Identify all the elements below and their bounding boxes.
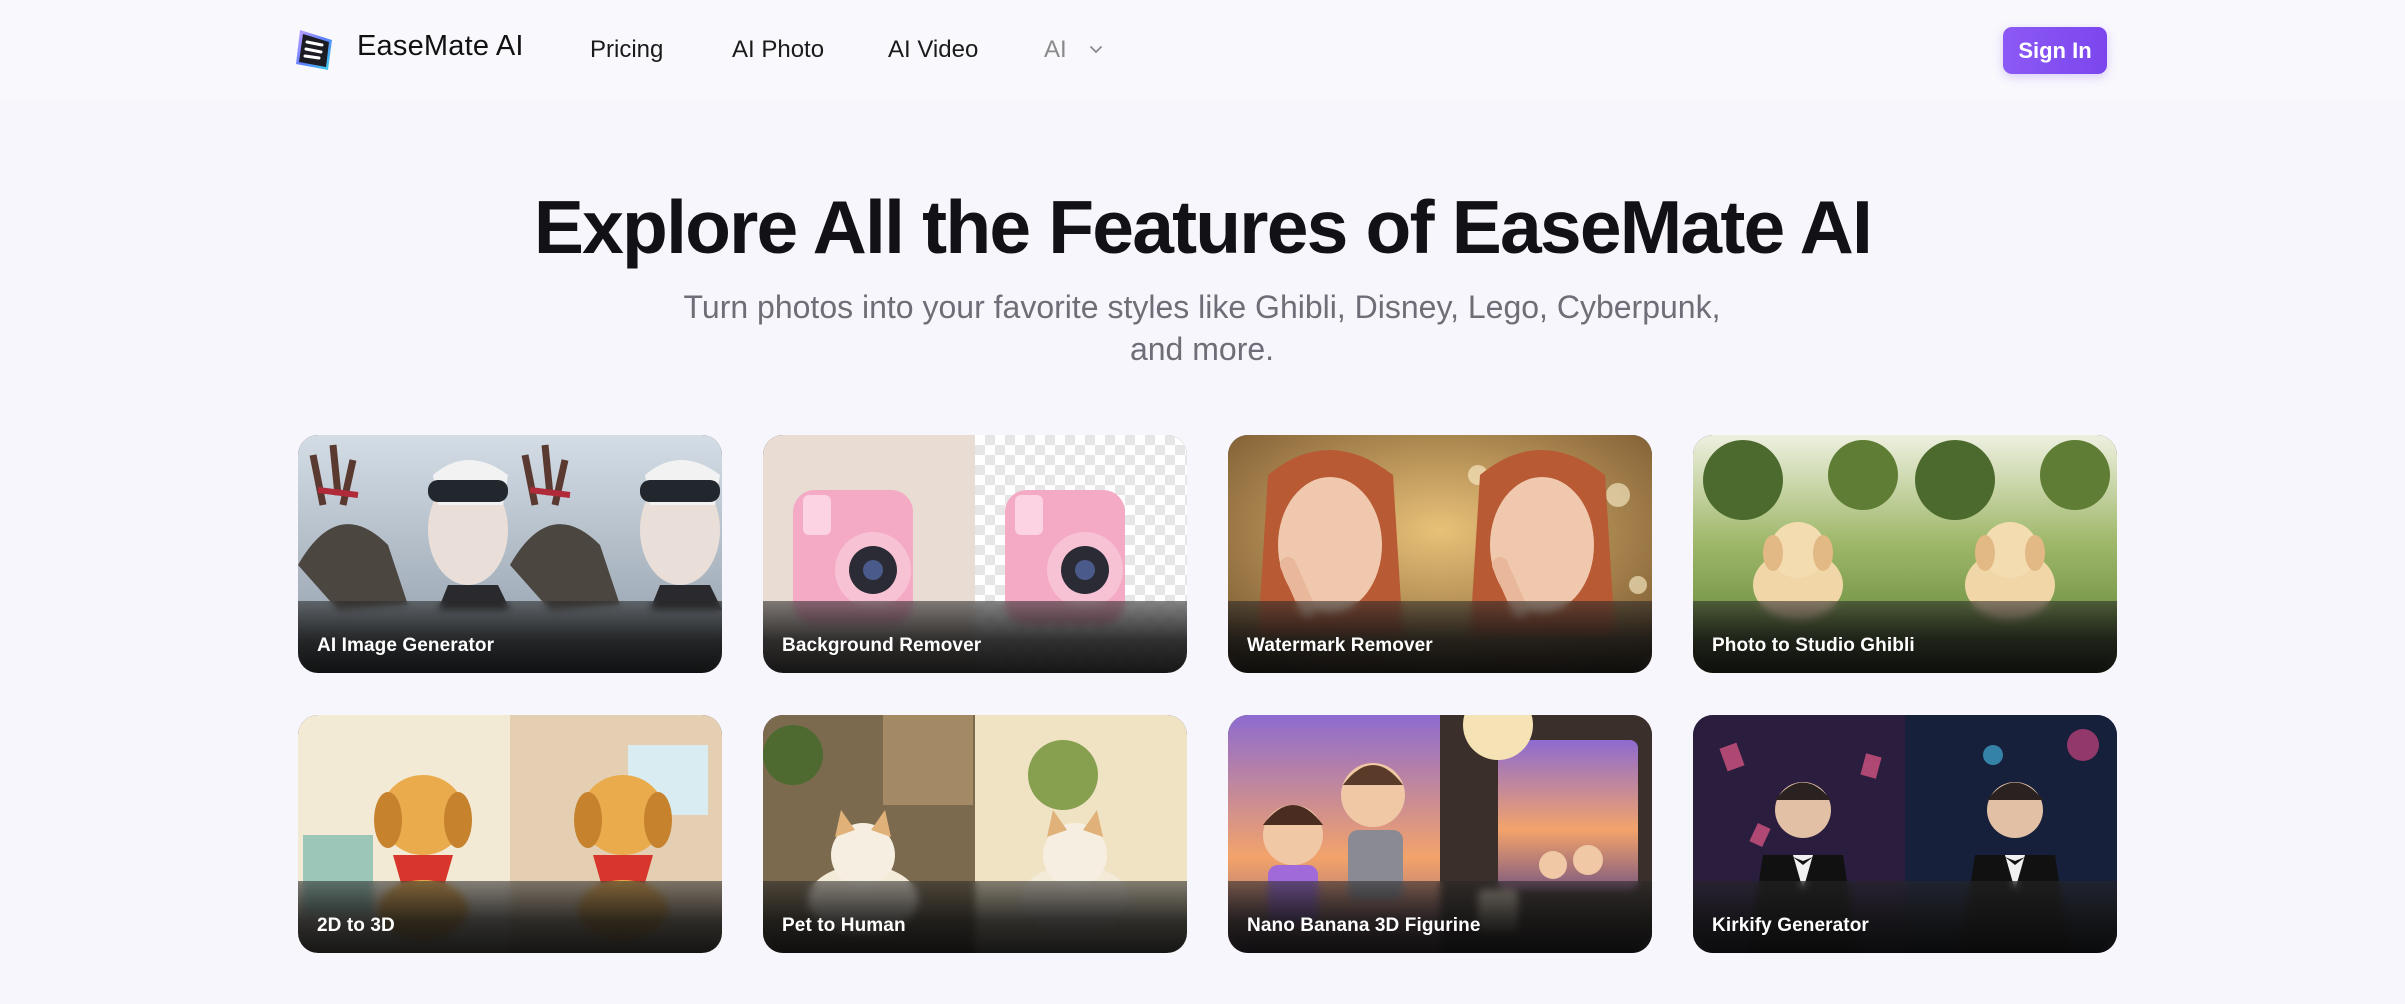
feature-card-kirkify-generator[interactable]: Kirkify Generator <box>1693 715 2117 953</box>
subtitle-line-2: and more. <box>1129 331 1275 367</box>
brand-name[interactable]: EaseMate AI <box>357 30 524 63</box>
feature-card-label: Kirkify Generator <box>1712 915 1869 936</box>
feature-card-label: Background Remover <box>782 635 982 656</box>
sign-in-button[interactable]: Sign In <box>2003 27 2107 74</box>
feature-card-label: 2D to 3D <box>317 915 395 936</box>
feature-card-label: Pet to Human <box>782 915 906 936</box>
nav-link-ai-video[interactable]: AI Video <box>888 36 978 64</box>
feature-card-ai-image-generator[interactable]: AI Image Generator <box>298 435 722 673</box>
feature-card-label: Watermark Remover <box>1247 635 1433 656</box>
feature-card-label: Nano Banana 3D Figurine <box>1247 915 1481 936</box>
feature-card-pet-to-human[interactable]: Pet to Human <box>763 715 1187 953</box>
page-title: Explore All the Features of EaseMate AI <box>533 185 1873 269</box>
chevron-down-icon[interactable] <box>1087 40 1105 58</box>
nav-more-dropdown[interactable]: AI <box>1044 36 1067 64</box>
top-nav: EaseMate AI Pricing AI Photo AI Video AI… <box>0 0 2405 101</box>
subtitle-line-1: Turn photos into your favorite styles li… <box>683 289 1721 325</box>
page-subtitle: Turn photos into your favorite styles li… <box>662 286 1742 370</box>
nav-link-pricing[interactable]: Pricing <box>590 36 663 64</box>
feature-card-label: Photo to Studio Ghibli <box>1712 635 1915 656</box>
feature-card-2d-to-3d[interactable]: 2D to 3D <box>298 715 722 953</box>
feature-card-photo-to-studio-ghibli[interactable]: Photo to Studio Ghibli <box>1693 435 2117 673</box>
feature-card-label: AI Image Generator <box>317 635 495 656</box>
feature-card-watermark-remover[interactable]: Watermark Remover <box>1228 435 1652 673</box>
nav-link-ai-photo[interactable]: AI Photo <box>732 36 824 64</box>
easemate-logo-icon[interactable] <box>292 26 336 73</box>
feature-card-background-remover[interactable]: Background Remover <box>763 435 1187 673</box>
feature-card-nano-banana-3d-figurine[interactable]: Nano Banana 3D Figurine <box>1228 715 1652 953</box>
